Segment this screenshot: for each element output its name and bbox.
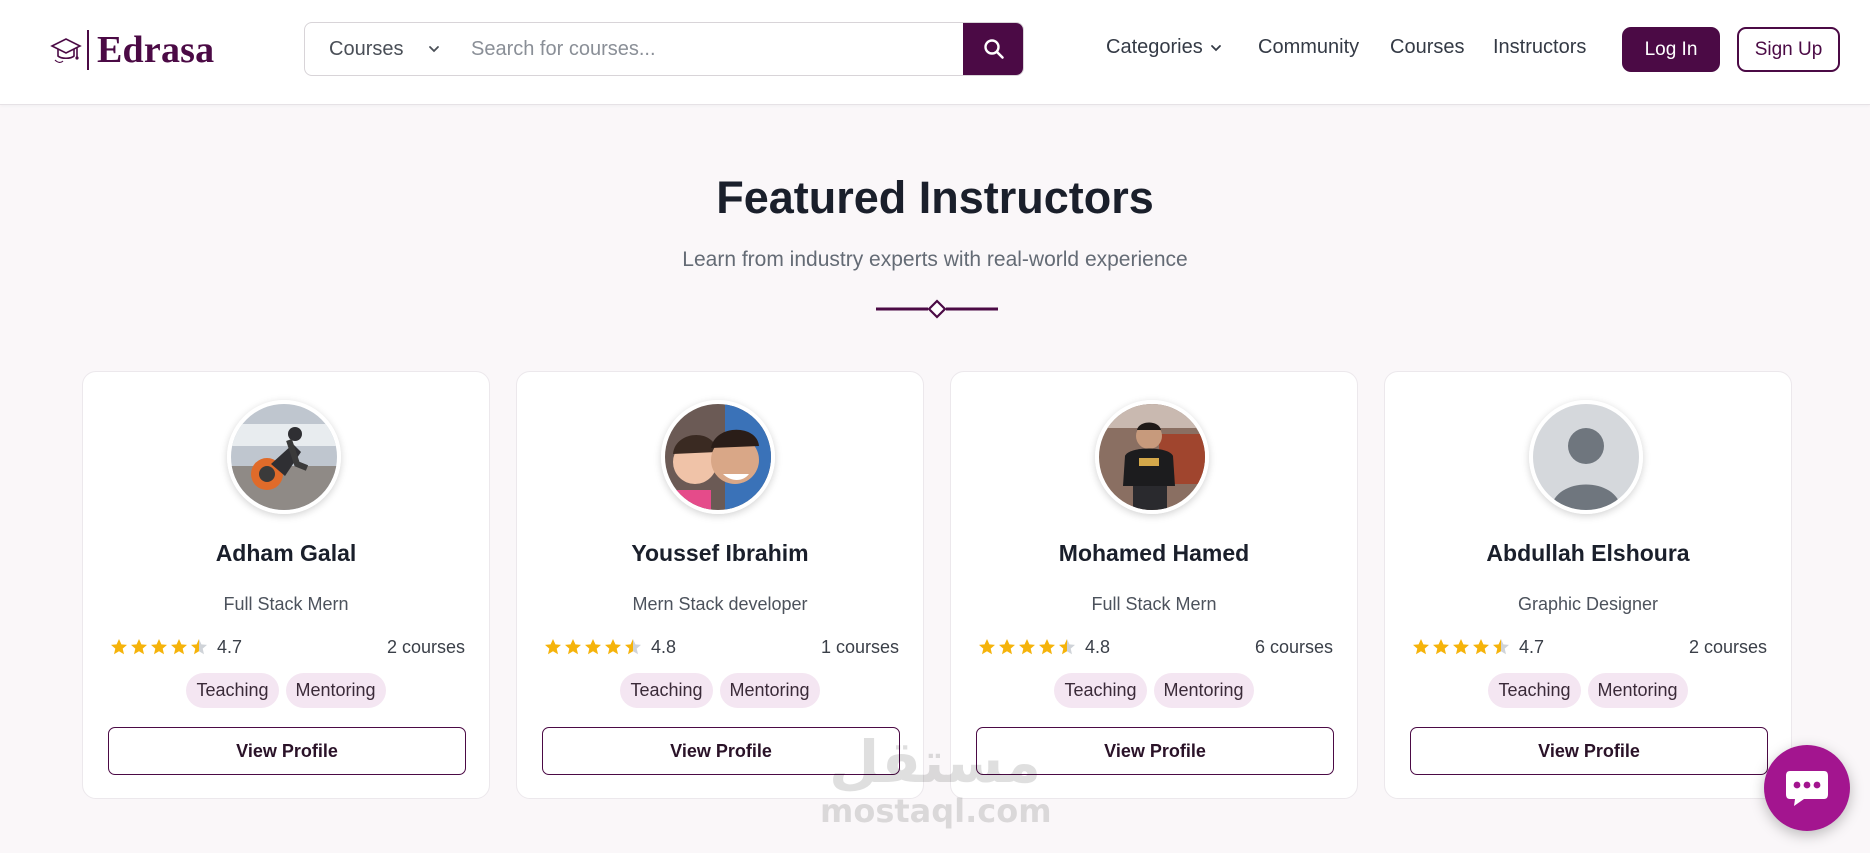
star-icon xyxy=(999,639,1015,655)
avatar[interactable] xyxy=(1529,400,1643,514)
star-rating xyxy=(1411,637,1511,657)
courses-count: 2 courses xyxy=(386,637,465,657)
tag: Teaching xyxy=(186,673,279,708)
graduation-cap-logo-icon xyxy=(50,38,82,63)
search-input[interactable] xyxy=(457,23,947,75)
courses-count: 1 courses xyxy=(820,637,899,657)
tag-list: Teaching Mentoring xyxy=(83,673,489,708)
instructor-photo-icon xyxy=(231,404,337,510)
star-icon xyxy=(111,639,127,655)
chevron-down-icon xyxy=(429,46,439,53)
instructor-photo-icon xyxy=(1099,404,1205,510)
instructor-photo-icon xyxy=(665,404,771,510)
brand-logo[interactable]: Edrasa xyxy=(49,28,214,72)
star-half-icon xyxy=(625,639,641,655)
star-icon xyxy=(1039,639,1055,655)
rating-row: 4.7 2 courses xyxy=(1411,635,1767,661)
avatar[interactable] xyxy=(1095,400,1209,514)
chevron-down-icon xyxy=(1210,44,1221,51)
default-user-avatar-icon xyxy=(1533,404,1639,510)
star-rating xyxy=(543,637,643,657)
instructor-role: Full Stack Mern xyxy=(223,594,349,614)
star-half-icon xyxy=(1059,639,1075,655)
instructor-name: Adham Galal xyxy=(215,540,357,566)
star-icon xyxy=(979,639,995,655)
watermark-arabic: مستقل xyxy=(828,728,1042,796)
rating-row: 4.7 2 courses xyxy=(109,635,465,661)
top-navbar: Edrasa Courses Categories Community Cour… xyxy=(0,0,1870,105)
search-bar: Courses xyxy=(304,22,1024,76)
tag: Teaching xyxy=(1488,673,1581,708)
star-icon xyxy=(171,639,187,655)
section-title: Featured Instructors xyxy=(716,172,1154,223)
tag: Mentoring xyxy=(719,673,820,708)
star-rating xyxy=(977,637,1077,657)
star-icon xyxy=(1019,639,1035,655)
nav-courses[interactable]: Courses xyxy=(1390,36,1464,59)
login-button[interactable]: Log In xyxy=(1622,27,1720,72)
rating-value: 4.7 xyxy=(217,637,243,657)
star-icon xyxy=(605,639,621,655)
star-icon xyxy=(151,639,167,655)
tag: Mentoring xyxy=(1587,673,1688,708)
rating-value: 4.8 xyxy=(651,637,677,657)
instructor-role: Graphic Designer xyxy=(1517,594,1659,614)
view-profile-button[interactable]: View Profile xyxy=(1410,727,1768,775)
courses-count: 2 courses xyxy=(1688,637,1767,657)
rating-row: 4.8 1 courses xyxy=(543,635,899,661)
tag: Teaching xyxy=(1054,673,1147,708)
instructor-card: Adham Galal Full Stack Mern 4.7 2 course… xyxy=(82,371,490,799)
star-icon xyxy=(545,639,561,655)
star-half-icon xyxy=(191,639,207,655)
tag-list: Teaching Mentoring xyxy=(1385,673,1791,708)
nav-categories[interactable]: Categories xyxy=(1106,36,1223,59)
logo-divider xyxy=(87,30,89,70)
section-subtitle: Learn from industry experts with real-wo… xyxy=(682,248,1188,271)
instructor-role: Mern Stack developer xyxy=(632,594,808,614)
search-category-label: Courses xyxy=(329,37,404,60)
star-icon xyxy=(1473,639,1489,655)
rating-value: 4.8 xyxy=(1085,637,1111,657)
search-category-select[interactable]: Courses xyxy=(305,23,457,75)
instructor-name: Mohamed Hamed xyxy=(1058,540,1250,566)
avatar[interactable] xyxy=(661,400,775,514)
logo-text: Edrasa xyxy=(97,29,215,71)
chat-button[interactable] xyxy=(1764,745,1850,831)
star-icon xyxy=(1433,639,1449,655)
star-icon xyxy=(565,639,581,655)
search-icon xyxy=(983,39,1004,59)
nav-instructors[interactable]: Instructors xyxy=(1493,36,1586,59)
view-profile-button[interactable]: View Profile xyxy=(108,727,466,775)
courses-count: 6 courses xyxy=(1254,637,1333,657)
nav-categories-label: Categories xyxy=(1106,36,1203,58)
watermark-logo: مستقل mostaql.com xyxy=(820,728,1052,840)
star-icon xyxy=(1453,639,1469,655)
star-icon xyxy=(585,639,601,655)
tag-list: Teaching Mentoring xyxy=(517,673,923,708)
star-icon xyxy=(131,639,147,655)
rating-value: 4.7 xyxy=(1519,637,1545,657)
star-icon xyxy=(1413,639,1429,655)
instructor-name: Abdullah Elshoura xyxy=(1486,540,1690,566)
star-half-icon xyxy=(1493,639,1509,655)
tag: Teaching xyxy=(620,673,713,708)
tag-list: Teaching Mentoring xyxy=(951,673,1357,708)
search-button[interactable] xyxy=(963,23,1023,75)
tag: Mentoring xyxy=(1153,673,1254,708)
avatar[interactable] xyxy=(227,400,341,514)
section-divider xyxy=(876,299,998,319)
star-rating xyxy=(109,637,209,657)
instructor-card: Abdullah Elshoura Graphic Designer 4.7 2… xyxy=(1384,371,1792,799)
tag: Mentoring xyxy=(285,673,386,708)
rating-row: 4.8 6 courses xyxy=(977,635,1333,661)
signup-button[interactable]: Sign Up xyxy=(1737,27,1840,72)
chat-icon xyxy=(1786,771,1828,806)
instructor-name: Youssef Ibrahim xyxy=(631,540,809,566)
nav-community[interactable]: Community xyxy=(1258,36,1359,59)
watermark-latin: mostaql.com xyxy=(820,792,1052,830)
instructor-role: Full Stack Mern xyxy=(1091,594,1217,614)
